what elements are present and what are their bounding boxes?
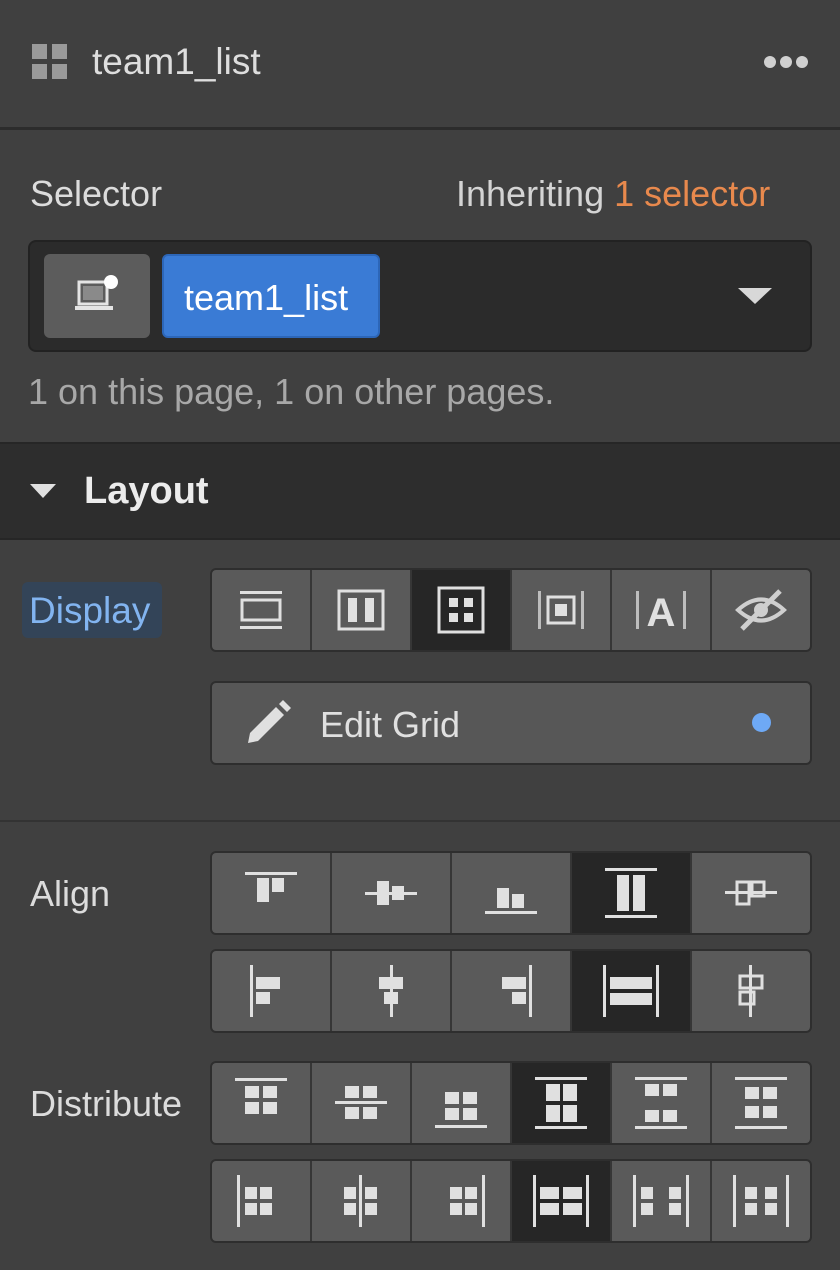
- distribute-right-icon: [450, 1175, 485, 1227]
- distribute-stretch-icon: [535, 1077, 587, 1129]
- grid-icon: [437, 586, 485, 634]
- distribute-vertical-control: [210, 1061, 812, 1145]
- distribute-h-start-button[interactable]: [212, 1161, 312, 1241]
- inheriting-selector-link[interactable]: 1 selector: [614, 173, 770, 214]
- inline-text-icon: A: [636, 591, 686, 633]
- display-label-text: Display: [29, 590, 151, 631]
- justify-start-button[interactable]: [212, 951, 332, 1031]
- distribute-space-around-button[interactable]: [712, 1063, 810, 1143]
- selector-chip-label: team1_list: [184, 277, 349, 318]
- align-center-horizontal-icon: [379, 965, 403, 1017]
- distribute-h-end-button[interactable]: [412, 1161, 512, 1241]
- align-horizontal-control: [210, 949, 812, 1033]
- caret-down-icon[interactable]: [30, 484, 56, 498]
- pencil-icon: [248, 700, 291, 743]
- align-center-button[interactable]: [332, 853, 452, 933]
- align-baseline-button[interactable]: [692, 853, 810, 933]
- distribute-h-center-icon: [344, 1175, 377, 1227]
- justify-stretch-button[interactable]: [572, 951, 692, 1031]
- display-flex-button[interactable]: [312, 570, 412, 650]
- distribute-center-button[interactable]: [312, 1063, 412, 1143]
- align-left-icon: [250, 965, 280, 1017]
- align-stretch-horizontal-icon: [603, 965, 659, 1017]
- panel-header: team1_list: [0, 0, 840, 130]
- distribute-left-icon: [237, 1175, 272, 1227]
- distribute-stretch-button[interactable]: [512, 1063, 612, 1143]
- display-grid-button[interactable]: [412, 570, 512, 650]
- distribute-label: Distribute: [30, 1083, 183, 1124]
- display-inline-button[interactable]: A: [612, 570, 712, 650]
- more-horizontal-icon[interactable]: [760, 48, 814, 74]
- selector-chip[interactable]: team1_list: [162, 254, 380, 338]
- justify-center-button[interactable]: [332, 951, 452, 1031]
- distribute-center-icon: [335, 1086, 387, 1119]
- distribute-h-space-around-button[interactable]: [712, 1161, 810, 1241]
- align-right-icon: [502, 965, 532, 1017]
- block-icon: [240, 591, 282, 629]
- justify-end-button[interactable]: [452, 951, 572, 1031]
- distribute-start-button[interactable]: [212, 1063, 312, 1143]
- distribute-end-button[interactable]: [412, 1063, 512, 1143]
- align-stretch-vertical-icon: [605, 868, 657, 918]
- eye-slash-icon: [735, 589, 787, 631]
- distribute-h-stretch-icon: [533, 1175, 589, 1227]
- distribute-top-icon: [235, 1078, 287, 1114]
- inline-block-icon: [538, 591, 584, 629]
- grid-squares-icon: [32, 44, 67, 79]
- display-block-button[interactable]: [212, 570, 312, 650]
- align-bottom-icon: [485, 888, 537, 914]
- distribute-h-stretch-button[interactable]: [512, 1161, 612, 1241]
- distribute-h-space-around-icon: [733, 1175, 789, 1227]
- selector-label: Selector: [30, 173, 163, 214]
- display-none-button[interactable]: [712, 570, 810, 650]
- display-inline-block-button[interactable]: [512, 570, 612, 650]
- align-top-icon: [245, 872, 297, 902]
- distribute-bottom-icon: [435, 1092, 487, 1128]
- align-vertical-control: [210, 851, 812, 935]
- distribute-h-space-between-button[interactable]: [612, 1161, 712, 1241]
- selector-combobox[interactable]: team1_list: [28, 240, 812, 352]
- distribute-space-between-icon: [635, 1077, 687, 1129]
- section-divider: [0, 820, 840, 822]
- align-label: Align: [30, 873, 111, 914]
- display-property-label[interactable]: Display: [22, 582, 162, 638]
- inheriting-prefix: Inheriting: [456, 173, 605, 214]
- align-baseline-icon: [725, 880, 777, 906]
- distribute-h-space-between-icon: [633, 1175, 689, 1227]
- display-segmented-control: A: [210, 568, 812, 652]
- modified-indicator-dot: [752, 713, 771, 732]
- align-center-vertical-icon: [365, 881, 417, 905]
- distribute-space-around-icon: [735, 1077, 787, 1129]
- layout-section-header[interactable]: Layout: [0, 442, 840, 540]
- element-title: team1_list: [92, 41, 261, 82]
- flex-icon: [337, 589, 385, 631]
- distribute-horizontal-control: [210, 1159, 812, 1243]
- distribute-space-between-button[interactable]: [612, 1063, 712, 1143]
- justify-baseline-button[interactable]: [692, 951, 810, 1031]
- selector-usage-info: 1 on this page, 1 on other pages.: [28, 371, 555, 412]
- device-breakpoint-icon: [75, 275, 118, 310]
- edit-grid-button[interactable]: Edit Grid: [210, 681, 812, 765]
- align-horizontal-baseline-icon: [738, 965, 764, 1017]
- distribute-h-center-button[interactable]: [312, 1161, 412, 1241]
- svg-text:A: A: [647, 591, 676, 633]
- align-end-button[interactable]: [452, 853, 572, 933]
- device-breakpoint-button[interactable]: [44, 254, 150, 338]
- chevron-down-icon[interactable]: [738, 288, 772, 304]
- align-stretch-button[interactable]: [572, 853, 692, 933]
- layout-section-title: Layout: [84, 470, 209, 512]
- edit-grid-label: Edit Grid: [320, 704, 461, 745]
- align-start-button[interactable]: [212, 853, 332, 933]
- inheriting-text: Inheriting 1 selector: [456, 176, 770, 212]
